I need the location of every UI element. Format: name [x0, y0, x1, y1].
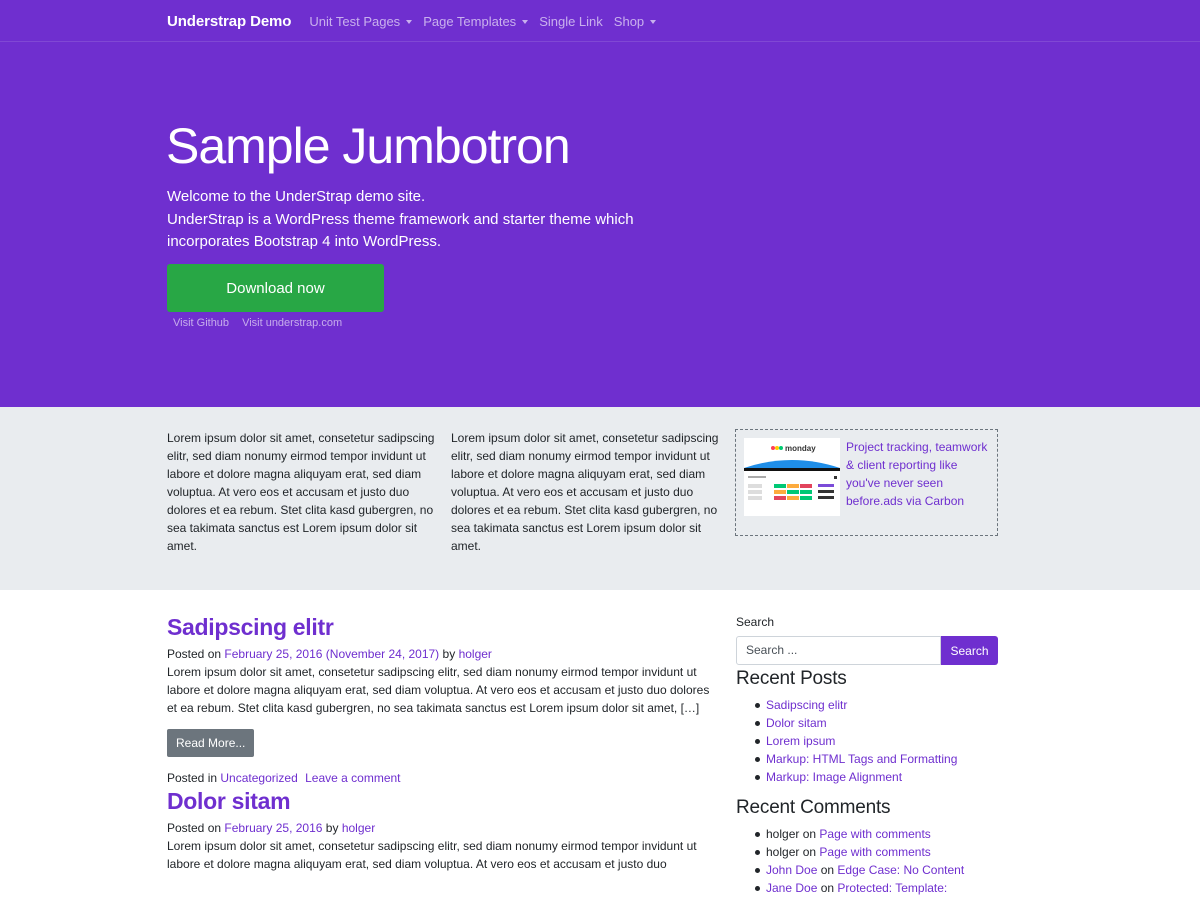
- recent-comments-title: Recent Comments: [736, 797, 891, 818]
- search-input[interactable]: Search ...: [736, 636, 941, 665]
- post-meta: Posted on February 25, 2016 by holger: [167, 821, 717, 836]
- comment-author: holger: [766, 845, 800, 859]
- nav-item-single-link[interactable]: Single Link: [539, 14, 603, 29]
- hero-line-2: UnderStrap is a WordPress theme framewor…: [167, 210, 634, 251]
- list-item: Sadipscing elitr: [755, 696, 998, 714]
- comment-post-link[interactable]: Page with comments: [819, 845, 930, 859]
- hero-description: Welcome to the UnderStrap demo site. Und…: [167, 186, 637, 254]
- nav-item-label: Shop: [613, 13, 645, 29]
- list-item: holger on Page with comments: [755, 843, 998, 861]
- search-form: Search ... Search: [736, 636, 998, 665]
- recent-post-link[interactable]: Markup: HTML Tags and Formatting: [766, 752, 957, 766]
- list-item: John Doe on Edge Case: No Content: [755, 861, 998, 879]
- jumbotron: Sample Jumbotron Welcome to the UnderStr…: [0, 42, 1200, 407]
- search-button[interactable]: Search: [941, 636, 998, 665]
- post-author-link[interactable]: holger: [342, 821, 375, 835]
- list-item: Dolor sitam: [755, 714, 998, 732]
- recent-post-link[interactable]: Sadipscing elitr: [766, 698, 847, 712]
- read-more-button[interactable]: Read More...: [167, 729, 255, 757]
- list-item: Markup: Image Alignment: [755, 768, 998, 786]
- text-widget-1: Lorem ipsum dolor sit amet, consetetur s…: [167, 431, 435, 553]
- comment-author-link[interactable]: Jane Doe: [766, 881, 817, 895]
- main-content: Sadipscing elitr Posted on February 25, …: [167, 590, 717, 873]
- caret-down-icon: [406, 19, 413, 24]
- nav-item-unit-test-pages[interactable]: Unit Test Pages: [309, 13, 413, 29]
- visit-github-link[interactable]: Visit Github: [173, 317, 229, 329]
- nav-item-label: Page Templates: [423, 13, 517, 29]
- post-article: Dolor sitam Posted on February 25, 2016 …: [167, 788, 717, 873]
- sidebar: Search Search ... Search Recent Posts Sa…: [736, 590, 998, 897]
- post-excerpt: Lorem ipsum dolor sit amet, consetetur s…: [167, 839, 697, 871]
- recent-post-link[interactable]: Markup: Image Alignment: [766, 770, 902, 784]
- posted-in-label: Posted in: [167, 771, 218, 785]
- visit-site-link[interactable]: Visit understrap.com: [242, 317, 342, 329]
- ad-logo-text: monday: [785, 444, 816, 453]
- nav-item-label: Unit Test Pages: [309, 13, 401, 29]
- category-link[interactable]: Uncategorized: [220, 771, 297, 785]
- recent-posts-title: Recent Posts: [736, 668, 847, 689]
- recent-post-link[interactable]: Dolor sitam: [766, 716, 827, 730]
- list-item: Jane Doe on Protected: Template:: [755, 879, 998, 897]
- post-author-link[interactable]: holger: [459, 647, 492, 661]
- recent-posts-list: Sadipscing elitr Dolor sitam Lorem ipsum…: [736, 696, 998, 786]
- on-label: on: [802, 845, 817, 859]
- search-label: Search: [736, 615, 775, 629]
- text-widget-2: Lorem ipsum dolor sit amet, consetetur s…: [451, 431, 719, 553]
- nav-item-page-templates[interactable]: Page Templates: [423, 13, 529, 29]
- leave-comment-link[interactable]: Leave a comment: [305, 771, 400, 785]
- on-label: on: [820, 881, 835, 895]
- hero-title: Sample Jumbotron: [166, 118, 571, 174]
- hero-widget-band: Lorem ipsum dolor sit amet, consetetur s…: [0, 407, 1200, 590]
- posted-on-label: Posted on: [167, 647, 222, 661]
- post-title-link[interactable]: Dolor sitam: [167, 788, 717, 815]
- comment-post-link[interactable]: Page with comments: [819, 827, 930, 841]
- comment-post-link[interactable]: Protected: Template:: [837, 881, 947, 895]
- post-footer: Posted in Uncategorized Leave a comment: [167, 771, 717, 785]
- comment-post-link[interactable]: Edge Case: No Content: [837, 863, 964, 877]
- comment-author: holger: [766, 827, 800, 841]
- by-label: by: [442, 647, 456, 661]
- post-meta: Posted on February 25, 2016 (November 24…: [167, 647, 717, 662]
- by-label: by: [325, 821, 339, 835]
- brand-link[interactable]: Understrap Demo: [167, 13, 291, 30]
- recent-comments-list: holger on Page with comments holger on P…: [736, 825, 998, 897]
- hero-links: Visit Github Visit understrap.com: [173, 317, 355, 329]
- monday-ad-graphic: monday: [744, 438, 840, 516]
- caret-down-icon: [650, 19, 657, 24]
- nav-item-label: Single Link: [539, 13, 603, 29]
- post-date-link[interactable]: February 25, 2016 (November 24, 2017): [224, 647, 439, 661]
- posted-on-label: Posted on: [167, 821, 222, 835]
- nav-inner: Understrap Demo Unit Test Pages Page Tem…: [167, 0, 667, 42]
- post-article: Sadipscing elitr Posted on February 25, …: [167, 614, 717, 785]
- on-label: on: [820, 863, 835, 877]
- caret-down-icon: [522, 19, 529, 24]
- ad-image[interactable]: monday: [744, 438, 840, 516]
- list-item: holger on Page with comments: [755, 825, 998, 843]
- nav-item-shop[interactable]: Shop: [613, 13, 657, 29]
- list-item: Markup: HTML Tags and Formatting: [755, 750, 998, 768]
- recent-post-link[interactable]: Lorem ipsum: [766, 734, 835, 748]
- navbar: Understrap Demo Unit Test Pages Page Tem…: [0, 0, 1200, 42]
- post-excerpt: Lorem ipsum dolor sit amet, consetetur s…: [167, 665, 710, 715]
- on-label: on: [802, 827, 817, 841]
- list-item: Lorem ipsum: [755, 732, 998, 750]
- carbon-ad[interactable]: monday Project tracking, teamwork & clie…: [735, 429, 998, 536]
- post-date-link[interactable]: February 25, 2016: [224, 821, 322, 835]
- download-button[interactable]: Download now: [167, 264, 384, 312]
- ad-text[interactable]: Project tracking, teamwork & client repo…: [846, 438, 994, 510]
- comment-author-link[interactable]: John Doe: [766, 863, 817, 877]
- post-title-link[interactable]: Sadipscing elitr: [167, 614, 717, 641]
- hero-line-1: Welcome to the UnderStrap demo site.: [167, 188, 426, 205]
